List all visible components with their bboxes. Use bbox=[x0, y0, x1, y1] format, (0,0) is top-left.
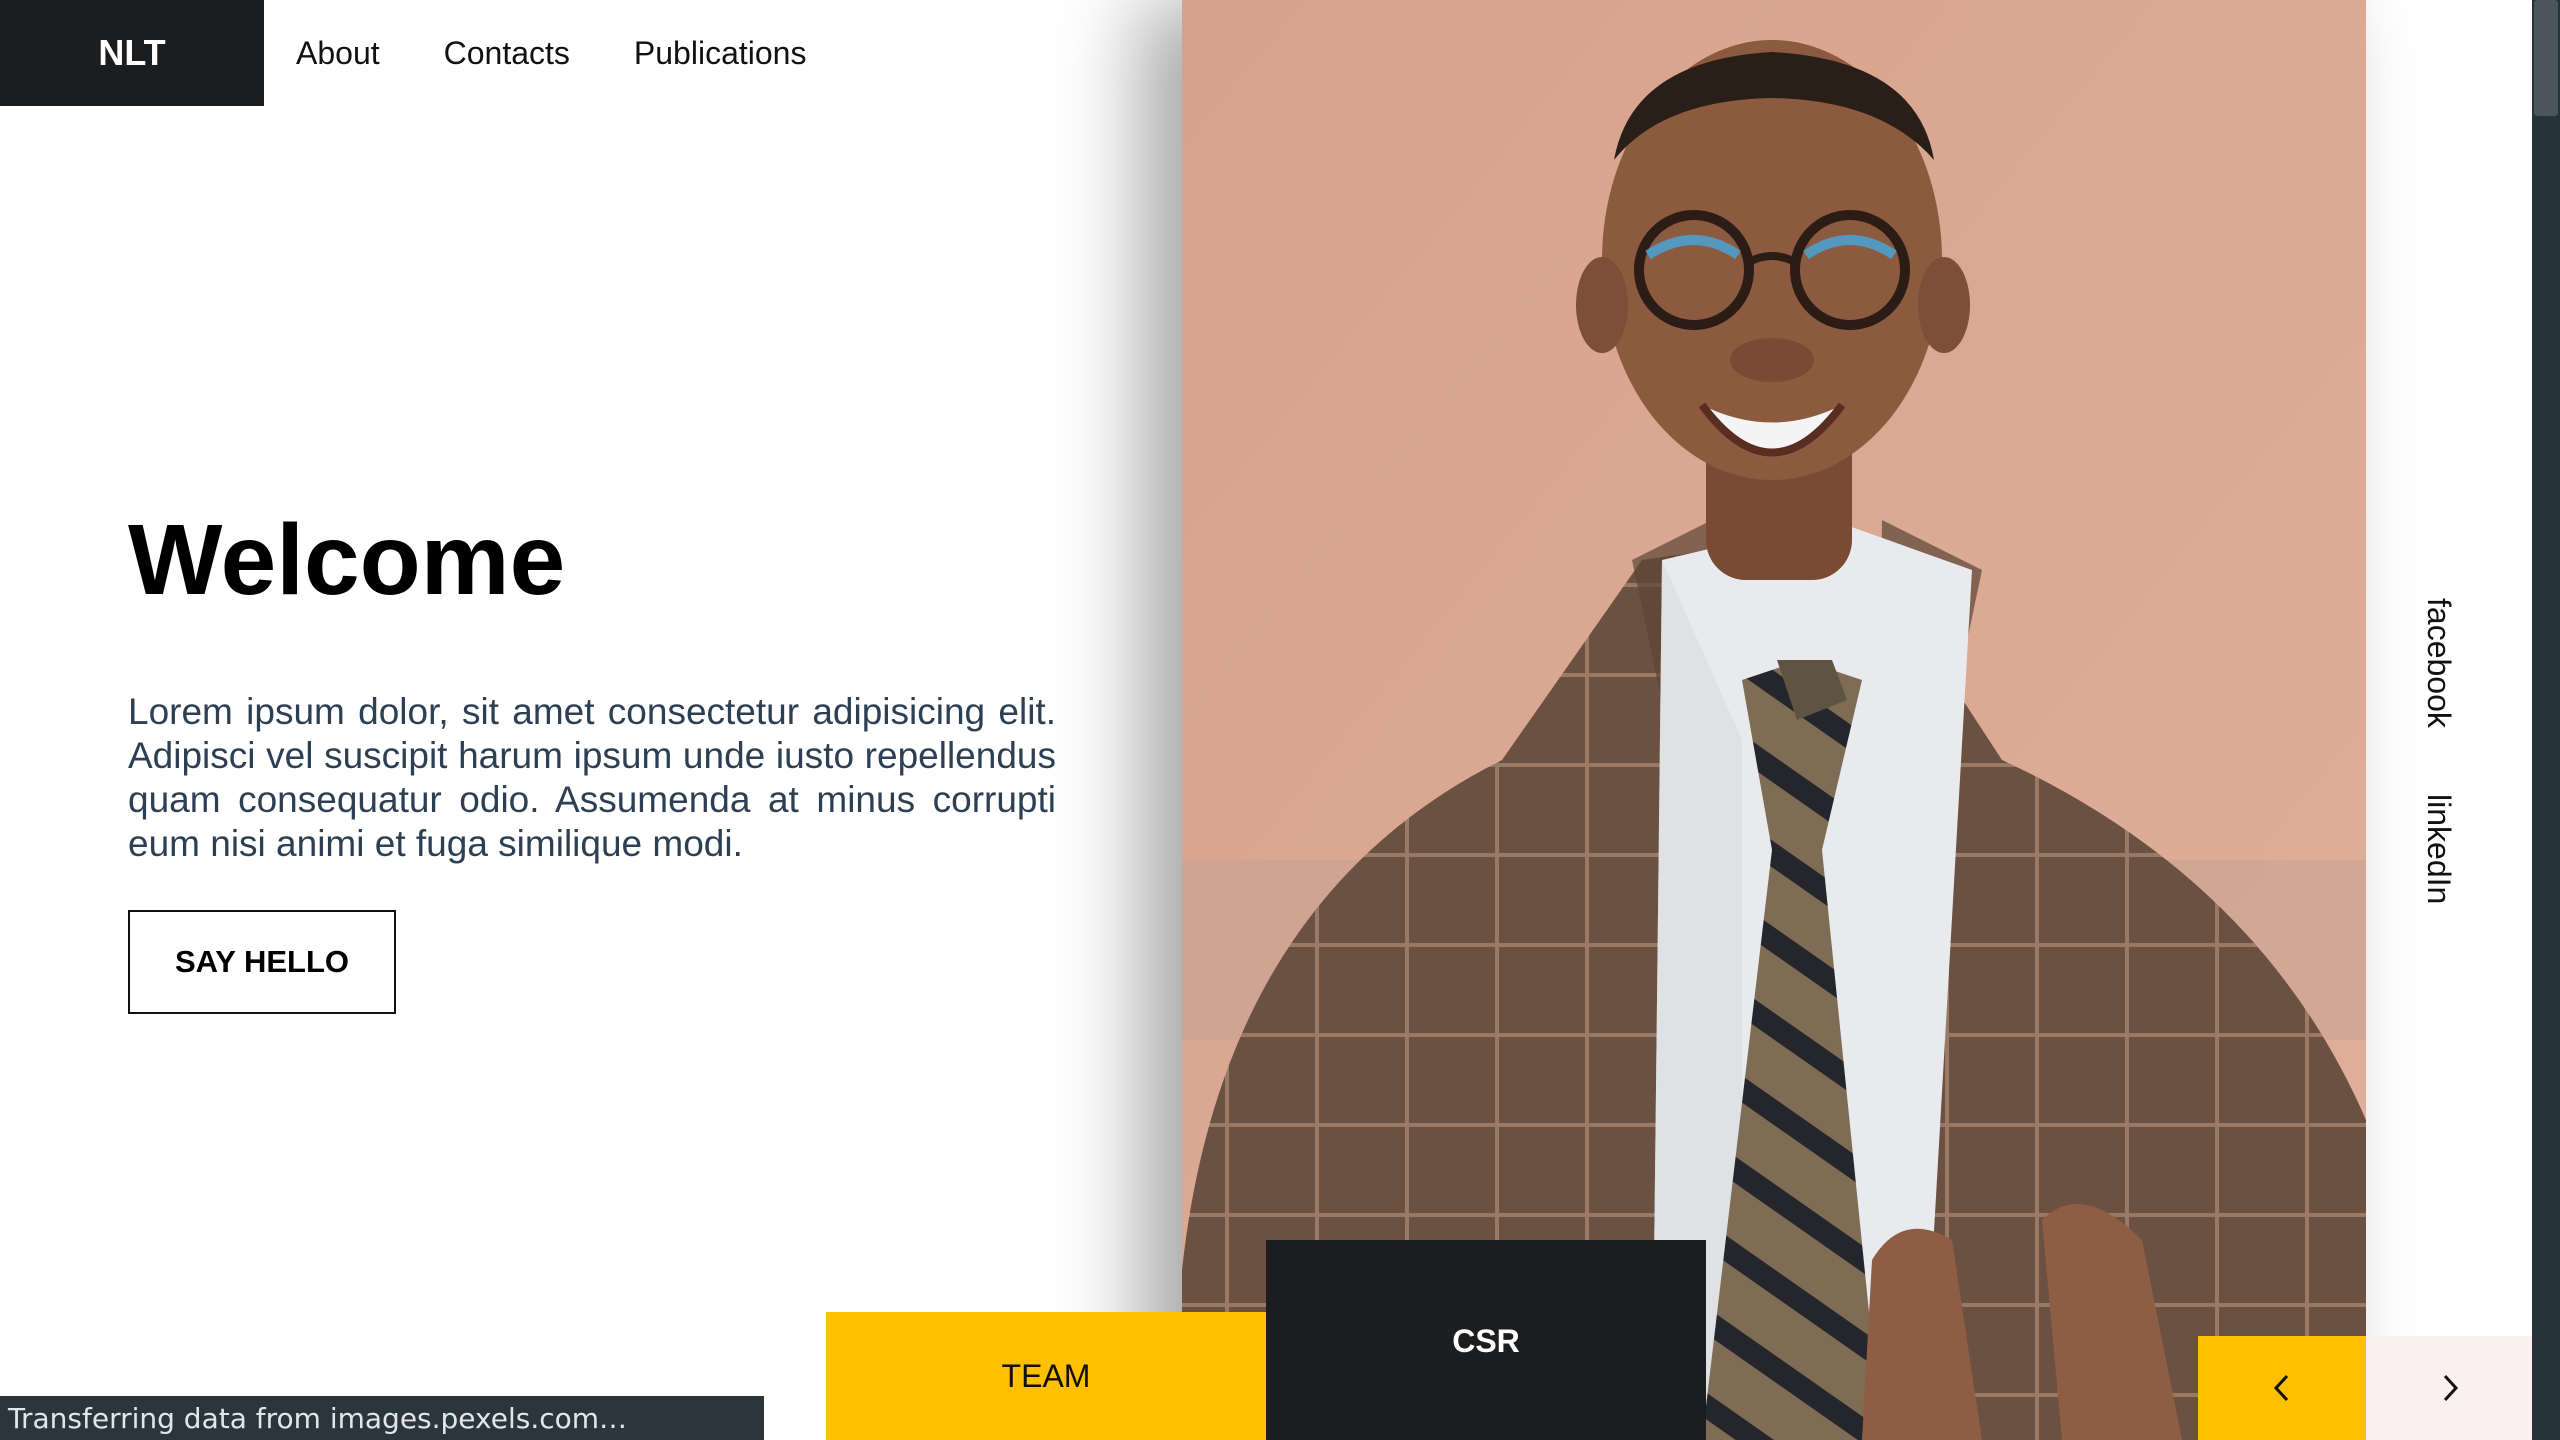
facebook-link[interactable]: facebook bbox=[2420, 598, 2457, 728]
page: NLT About Contacts Publications Welcome … bbox=[0, 0, 2560, 1440]
scrollbar-thumb[interactable] bbox=[2534, 0, 2558, 116]
nav-contacts-link[interactable]: Contacts bbox=[444, 35, 570, 72]
hero-photo bbox=[1182, 0, 2366, 1440]
linkedin-link[interactable]: linkedIn bbox=[2420, 794, 2457, 904]
scrollbar[interactable] bbox=[2532, 0, 2560, 1440]
say-hello-button[interactable]: SAY HELLO bbox=[128, 910, 396, 1014]
chevron-left-icon bbox=[2273, 1374, 2289, 1402]
intro-text: Lorem ipsum dolor, sit amet consectetur … bbox=[128, 691, 1056, 864]
team-tile[interactable]: TEAM bbox=[826, 1312, 1266, 1440]
nav-about-link[interactable]: About bbox=[296, 35, 380, 72]
csr-tile[interactable]: CSR bbox=[1266, 1240, 1706, 1440]
main-nav: About Contacts Publications bbox=[296, 0, 806, 106]
browser-status-bar: Transferring data from images.pexels.com… bbox=[0, 1396, 764, 1440]
chevron-right-icon bbox=[2443, 1374, 2459, 1402]
logo[interactable]: NLT bbox=[0, 0, 264, 106]
team-tile-label: TEAM bbox=[1001, 1357, 1091, 1394]
page-title: Welcome bbox=[128, 504, 566, 616]
slider-prev-button[interactable] bbox=[2198, 1336, 2366, 1440]
csr-tile-label: CSR bbox=[1452, 1323, 1520, 1359]
nav-publications-link[interactable]: Publications bbox=[634, 35, 807, 72]
slider-next-button[interactable] bbox=[2366, 1336, 2534, 1440]
